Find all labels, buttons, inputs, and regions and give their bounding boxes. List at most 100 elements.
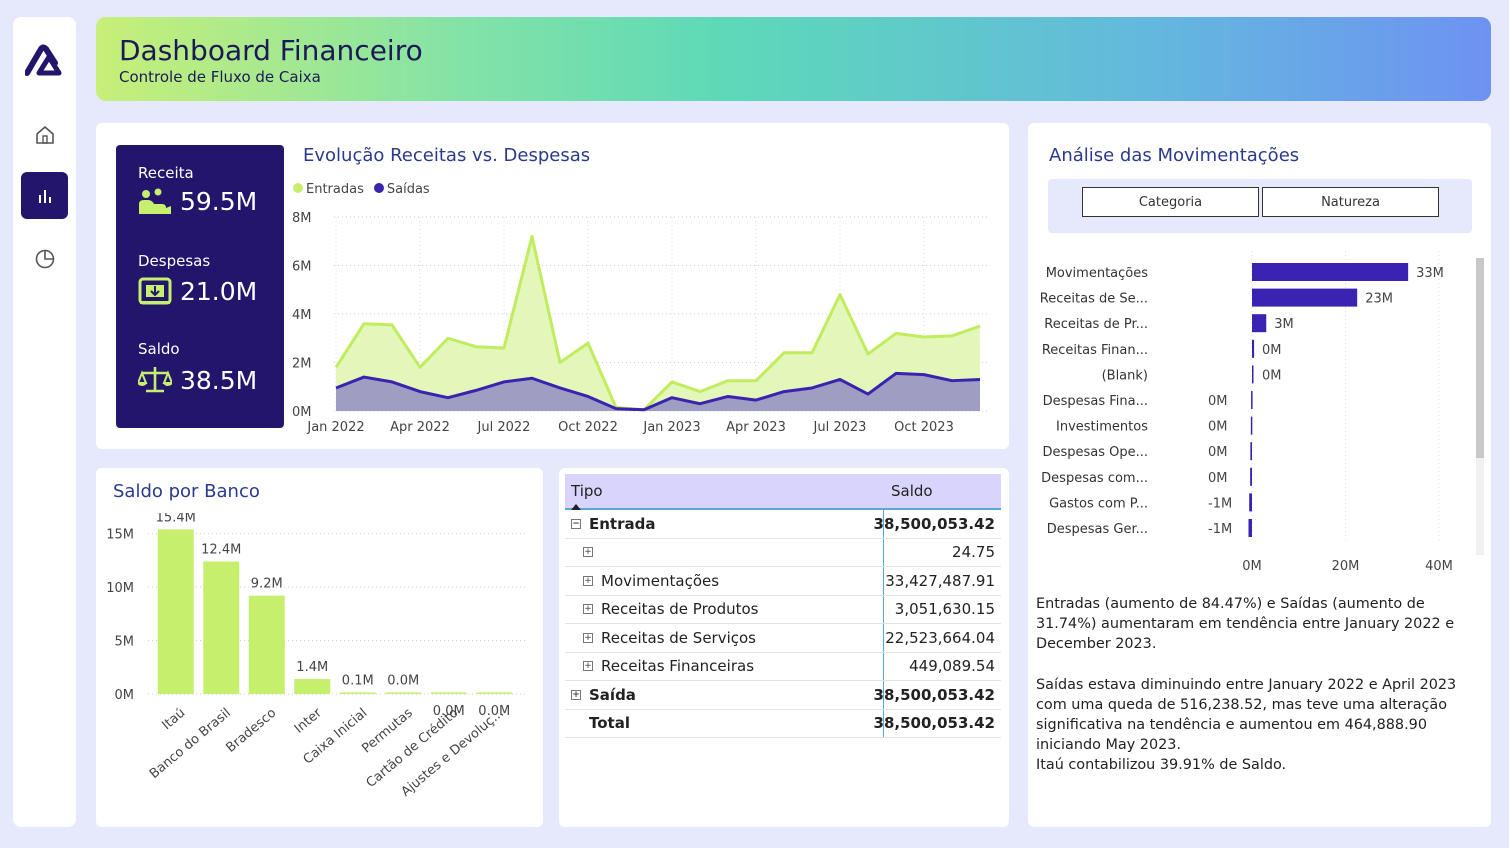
evolution-title: Evolução Receitas vs. Despesas — [303, 145, 591, 166]
bar — [157, 529, 194, 694]
data-label: 12.4M — [201, 542, 241, 557]
row-value: 24.75 — [883, 538, 1001, 566]
table-row[interactable]: + Movimentações 33,427,487.91 — [565, 567, 1001, 596]
expand-icon[interactable]: + — [583, 661, 593, 672]
category-label: Despesas Fina... — [1043, 394, 1148, 409]
scrollbar-thumb[interactable] — [1476, 258, 1484, 458]
row-label: Receitas Financeiras — [601, 657, 755, 676]
bar-chart-icon — [38, 189, 51, 203]
categoria-button[interactable]: Categoria — [1082, 187, 1259, 217]
saldo-banco-title: Saldo por Banco — [113, 481, 260, 502]
row-label: Receitas de Produtos — [601, 600, 759, 619]
expand-icon[interactable]: + — [571, 689, 581, 700]
row-value: 449,089.54 — [883, 652, 1001, 680]
table-row[interactable]: + Receitas de Produtos 3,051,630.15 — [565, 595, 1001, 624]
x-tick-label: Jul 2023 — [813, 420, 867, 435]
bar — [1248, 519, 1252, 537]
scale-icon — [138, 367, 172, 393]
data-label: 1.4M — [296, 660, 328, 675]
category-label: (Blank) — [1102, 368, 1148, 383]
bar — [1252, 288, 1358, 307]
movimentacoes-title: Análise das Movimentações — [1049, 145, 1300, 166]
evolution-panel: Receita 59.5M Despesas 21.0M Saldo 38.5M… — [96, 123, 1009, 449]
header-tipo[interactable]: Tipo — [565, 482, 883, 510]
nav-reports[interactable] — [21, 172, 68, 219]
bar — [1252, 314, 1267, 333]
narrative-p1: Entradas (aumento de 84.47%) e Saídas (a… — [1036, 596, 1455, 652]
movimentacoes-bar-chart[interactable]: 0M 20M 40M Movimentações 33M Receitas de Se..… — [1028, 243, 1468, 583]
saldo-label: Saldo — [138, 340, 180, 358]
row-label: Entrada — [589, 514, 656, 533]
data-label: 15.4M — [156, 513, 196, 525]
despesas-value: 21.0M — [180, 276, 258, 306]
y-tick-label: 2M — [292, 357, 312, 372]
row-value: 22,523,664.04 — [883, 624, 1001, 652]
page-subtitle: Controle de Fluxo de Caixa — [119, 68, 321, 86]
row-value: 3,051,630.15 — [883, 595, 1001, 623]
table-body: − Entrada 38,500,053.42 +24.75 + Movimentaçõe… — [565, 510, 1001, 738]
expand-icon[interactable]: + — [583, 632, 593, 643]
y-tick-label: 0M — [292, 405, 312, 420]
data-label: 0M — [1208, 471, 1228, 486]
x-tick-label: 40M — [1425, 559, 1453, 574]
cash-out-icon — [138, 277, 172, 305]
table-row[interactable]: + Receitas Financeiras 449,089.54 — [565, 652, 1001, 681]
table-row[interactable]: + Receitas de Serviços 22,523,664.04 — [565, 624, 1001, 653]
expand-icon[interactable]: + — [583, 604, 593, 615]
despesas-kpi: 21.0M — [138, 276, 257, 306]
pie-chart-icon — [35, 249, 54, 268]
row-label: Receitas de Serviços — [601, 628, 756, 647]
category-label: Gastos com P... — [1049, 496, 1148, 511]
narrative-p2: Saídas estava diminuindo entre January 2… — [1036, 677, 1457, 753]
category-label: Despesas Ger... — [1047, 522, 1148, 537]
natureza-button[interactable]: Natureza — [1262, 187, 1439, 217]
evolution-area-chart[interactable]: 0M 2M 4M 6M 8M Jan 2022 Apr 2022 Jul 2022 Oct 20… — [288, 203, 993, 443]
expand-icon[interactable]: + — [583, 547, 593, 558]
category-label: Receitas Finan... — [1042, 343, 1148, 358]
bar — [430, 692, 467, 694]
category-label: Movimentações — [1046, 266, 1149, 281]
x-tick-label: Jan 2023 — [642, 420, 700, 435]
header-saldo[interactable]: Saldo — [883, 482, 1001, 500]
bar — [1251, 391, 1253, 409]
expand-icon[interactable]: + — [583, 575, 593, 586]
bar — [1252, 339, 1255, 358]
category-label: Receitas de Pr... — [1044, 317, 1148, 332]
y-tick-label: 10M — [106, 581, 134, 596]
bar — [1250, 467, 1252, 486]
collapse-icon[interactable]: − — [571, 518, 581, 529]
receita-kpi: 59.5M — [138, 187, 257, 216]
table-row[interactable]: + Saída 38,500,053.42 — [565, 681, 1001, 710]
category-label: Banco do Brasil — [147, 706, 234, 782]
data-label: -1M — [1208, 496, 1232, 511]
data-label: 3M — [1274, 317, 1294, 332]
legend-entradas[interactable]: Entradas — [293, 182, 364, 197]
table-row[interactable]: +24.75 — [565, 538, 1001, 567]
data-label: 0M — [1208, 445, 1228, 460]
data-label: 23M — [1365, 292, 1393, 307]
saldo-banco-bar-chart[interactable]: 0M 5M 10M 15M 15.4M Itaú 12.4M Banco do Brasil 9… — [96, 513, 543, 823]
kpi-card: Receita 59.5M Despesas 21.0M Saldo 38.5M — [116, 145, 284, 428]
row-label: Total — [589, 714, 630, 733]
y-tick-label: 8M — [292, 211, 312, 226]
y-tick-label: 6M — [292, 260, 312, 275]
category-label: Inter — [292, 705, 326, 737]
data-label: 0M — [1262, 343, 1282, 358]
x-tick-label: Apr 2022 — [390, 420, 450, 435]
table-row[interactable]: Total 38,500,053.42 — [565, 709, 1001, 738]
saldo-value: 38.5M — [180, 365, 258, 395]
data-label: 9.2M — [251, 577, 283, 592]
home-icon — [35, 125, 54, 144]
bar — [1249, 493, 1252, 512]
matrix-panel: Tipo Saldo − Entrada 38,500,053.42 +24.75 + M… — [559, 468, 1009, 827]
x-tick-label: 20M — [1332, 559, 1360, 574]
nav-analytics[interactable] — [21, 235, 68, 282]
legend-saidas[interactable]: Saídas — [373, 182, 430, 197]
data-label: 0.1M — [342, 674, 374, 689]
table-row[interactable]: − Entrada 38,500,053.42 — [565, 510, 1001, 539]
receita-value: 59.5M — [180, 187, 258, 216]
scrollbar[interactable] — [1476, 258, 1484, 555]
category-label: Investimentos — [1056, 420, 1148, 435]
data-label: 0M — [1208, 420, 1228, 435]
nav-home[interactable] — [21, 111, 68, 158]
